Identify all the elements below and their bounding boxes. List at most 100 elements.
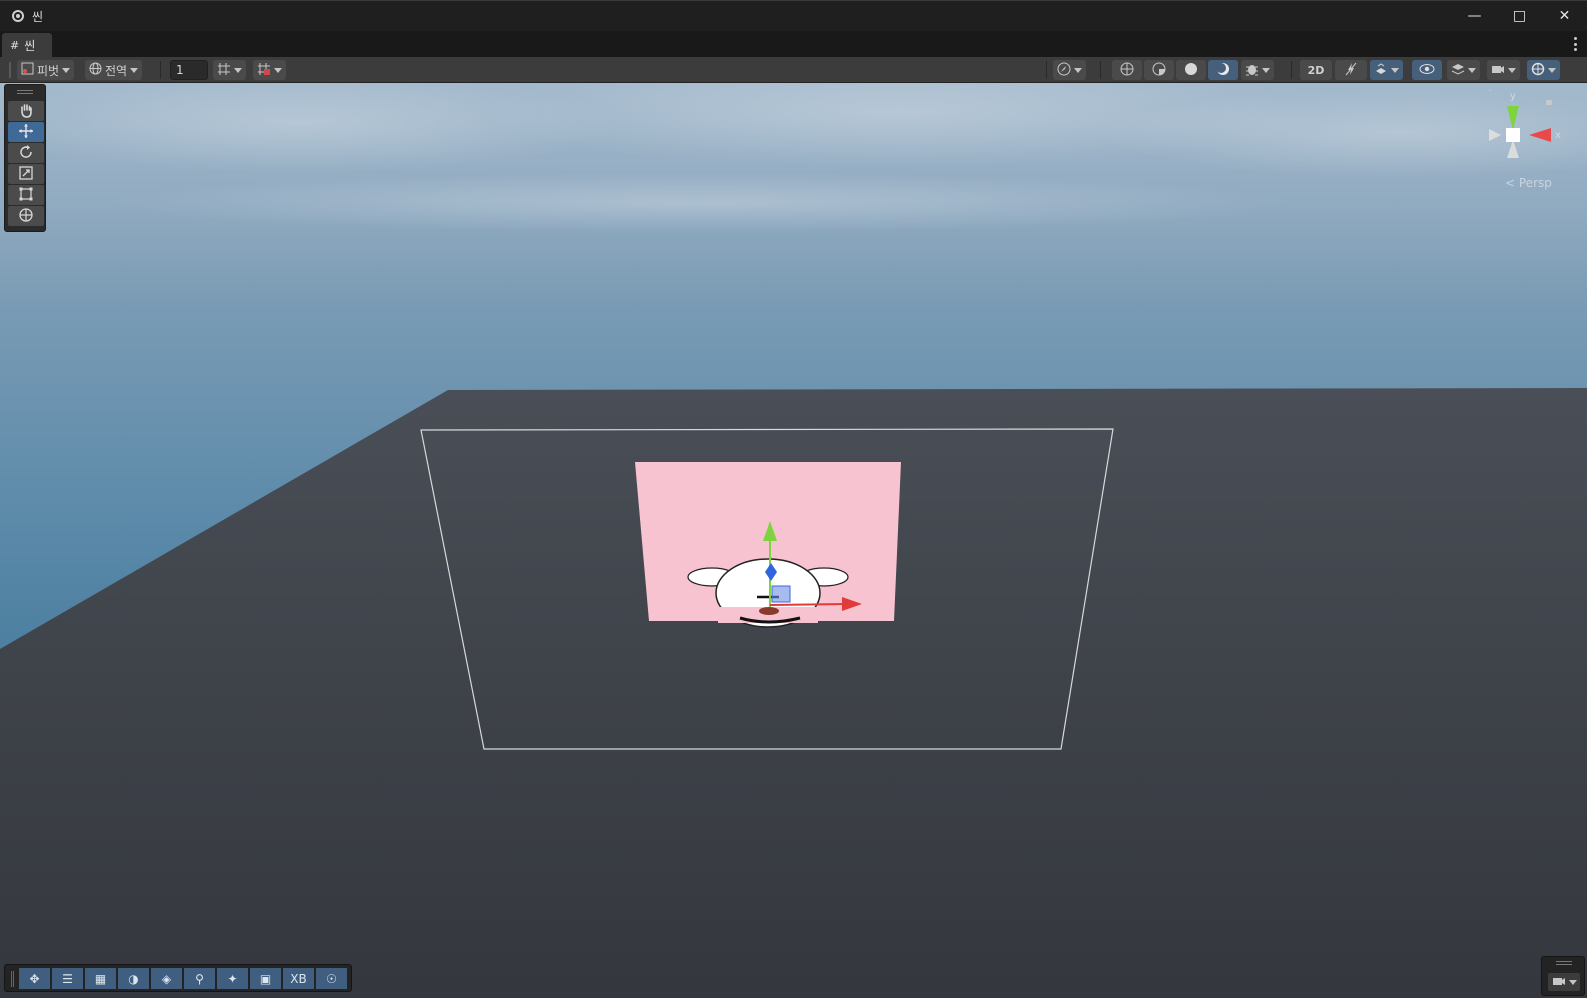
shaded-wireframe-button[interactable] (1144, 60, 1174, 80)
grid-snap-icon (217, 62, 231, 79)
rotate-icon (18, 144, 34, 163)
2d-icon: 2D (1307, 63, 1325, 77)
toolbar-grip[interactable] (9, 62, 11, 78)
gizmos-icon (1531, 62, 1545, 79)
chevron-down-icon (130, 67, 139, 73)
minimize-icon: — (1467, 8, 1482, 24)
increment-snap-dropdown[interactable] (253, 60, 286, 80)
window-title: 씬 (32, 9, 44, 24)
grid-icon: # (10, 38, 20, 52)
compass-overlay-button[interactable]: ☉ (316, 968, 347, 989)
projection-label: Persp (1518, 176, 1552, 190)
axis-y-label: y (1510, 91, 1516, 102)
wireframe-icon (1120, 62, 1134, 79)
crosshair-icon: ✦ (227, 971, 238, 986)
camera-overlay[interactable] (1541, 956, 1585, 996)
chevron-down-icon (1508, 67, 1516, 73)
rect-icon (18, 186, 34, 205)
shaded-button[interactable] (1176, 60, 1206, 80)
increment-snap-icon (257, 62, 271, 79)
chevron-down-icon (1262, 67, 1270, 73)
scale-tool-button[interactable] (8, 164, 44, 184)
lighting-overlay-button[interactable]: ◑ (118, 968, 149, 989)
scene-camera-dropdown[interactable] (1548, 973, 1580, 991)
overlay-grip[interactable] (17, 90, 33, 94)
bug-icon (1245, 62, 1259, 79)
lighting-toggle-button[interactable] (1335, 60, 1367, 80)
scene-toolbar: 피벗 전역 1 2D (0, 57, 1587, 83)
pivot-dropdown[interactable]: 피벗 (17, 60, 75, 80)
debug-draw-dropdown[interactable] (1241, 60, 1274, 80)
maximize-button[interactable]: □ (1497, 1, 1542, 31)
lit-button[interactable] (1208, 60, 1238, 80)
overlay-grip[interactable] (11, 971, 14, 987)
projection-toggle[interactable]: < Persp (1505, 176, 1552, 190)
lit-icon (1216, 62, 1230, 79)
pivot-icon (21, 62, 34, 78)
overlay-grip[interactable] (1556, 961, 1572, 965)
transform-tool-button[interactable] (8, 206, 44, 226)
pivot-label: 피벗 (37, 63, 60, 78)
rect-tool-button[interactable] (8, 185, 44, 205)
draw-mode-dropdown[interactable] (1053, 60, 1086, 80)
move-overlay-button[interactable]: ✥ (19, 968, 50, 989)
shaded-icon (1184, 62, 1198, 79)
align-overlay-button[interactable]: ☰ (52, 968, 83, 989)
move-icon: ✥ (29, 971, 40, 986)
effects-dropdown[interactable] (1370, 60, 1403, 80)
chevron-down-icon (1468, 67, 1476, 73)
compass-icon (1057, 62, 1071, 79)
moon-icon: ◑ (128, 971, 139, 986)
2d-toggle-button[interactable]: 2D (1300, 60, 1332, 80)
layers-icon (1451, 62, 1465, 79)
global-dropdown[interactable]: 전역 (85, 60, 143, 80)
camera-dropdown[interactable] (1487, 60, 1520, 80)
chevron-down-icon (1391, 67, 1399, 73)
tab-scene[interactable]: # 씬 (2, 33, 52, 57)
chevron-down-icon (1074, 67, 1082, 73)
xb-label: XB (290, 971, 307, 986)
close-icon: ✕ (1558, 8, 1571, 24)
lock-icon[interactable] (1546, 100, 1552, 105)
globe-icon (89, 62, 102, 78)
layers-overlay-button[interactable]: ◈ (151, 968, 182, 989)
close-button[interactable]: ✕ (1542, 1, 1587, 31)
camera-icon (1491, 63, 1505, 78)
gizmos-dropdown[interactable] (1527, 60, 1560, 80)
scene-visibility-button[interactable] (1412, 60, 1442, 80)
shaded-wireframe-icon (1152, 62, 1166, 79)
grid-overlay-button[interactable]: ▦ (85, 968, 116, 989)
wireframe-button[interactable] (1112, 60, 1142, 80)
chevron-down-icon (274, 67, 282, 73)
grid-icon: ▦ (94, 971, 107, 986)
camera-icon: ▣ (259, 971, 272, 986)
tools-overlay (4, 84, 46, 232)
grid-snap-dropdown[interactable] (213, 60, 246, 80)
xb-overlay-button[interactable]: XB (283, 968, 314, 989)
lighting-off-icon (1344, 62, 1358, 79)
minimize-button[interactable]: — (1452, 1, 1497, 31)
search-overlay-button[interactable]: ⚲ (184, 968, 215, 989)
scale-icon (18, 165, 34, 184)
axis-x-label: x (1555, 130, 1561, 141)
tab-label: 씬 (24, 38, 36, 53)
title-bar: 씬 — □ ✕ (0, 0, 1587, 31)
align-icon: ☰ (62, 971, 73, 986)
move-tool-button[interactable] (8, 122, 44, 142)
more-menu-icon[interactable] (1571, 37, 1579, 51)
camera-overlay-button[interactable]: ▣ (250, 968, 281, 989)
chevron-down-icon (234, 67, 242, 73)
chevron-left-icon: < (1505, 176, 1516, 190)
scene-render (0, 83, 1587, 998)
camera-icon (1552, 975, 1566, 990)
scene-viewport[interactable] (0, 83, 1587, 998)
hand-tool-button[interactable] (8, 101, 44, 121)
pivot-overlay-button[interactable]: ✦ (217, 968, 248, 989)
chevron-down-icon (62, 67, 71, 73)
rotate-tool-button[interactable] (8, 143, 44, 163)
layers-dropdown[interactable] (1447, 60, 1480, 80)
grid-increment-field[interactable]: 1 (170, 60, 208, 80)
layers-icon: ◈ (161, 971, 172, 986)
eye-icon (1419, 63, 1435, 78)
global-label: 전역 (105, 63, 128, 78)
